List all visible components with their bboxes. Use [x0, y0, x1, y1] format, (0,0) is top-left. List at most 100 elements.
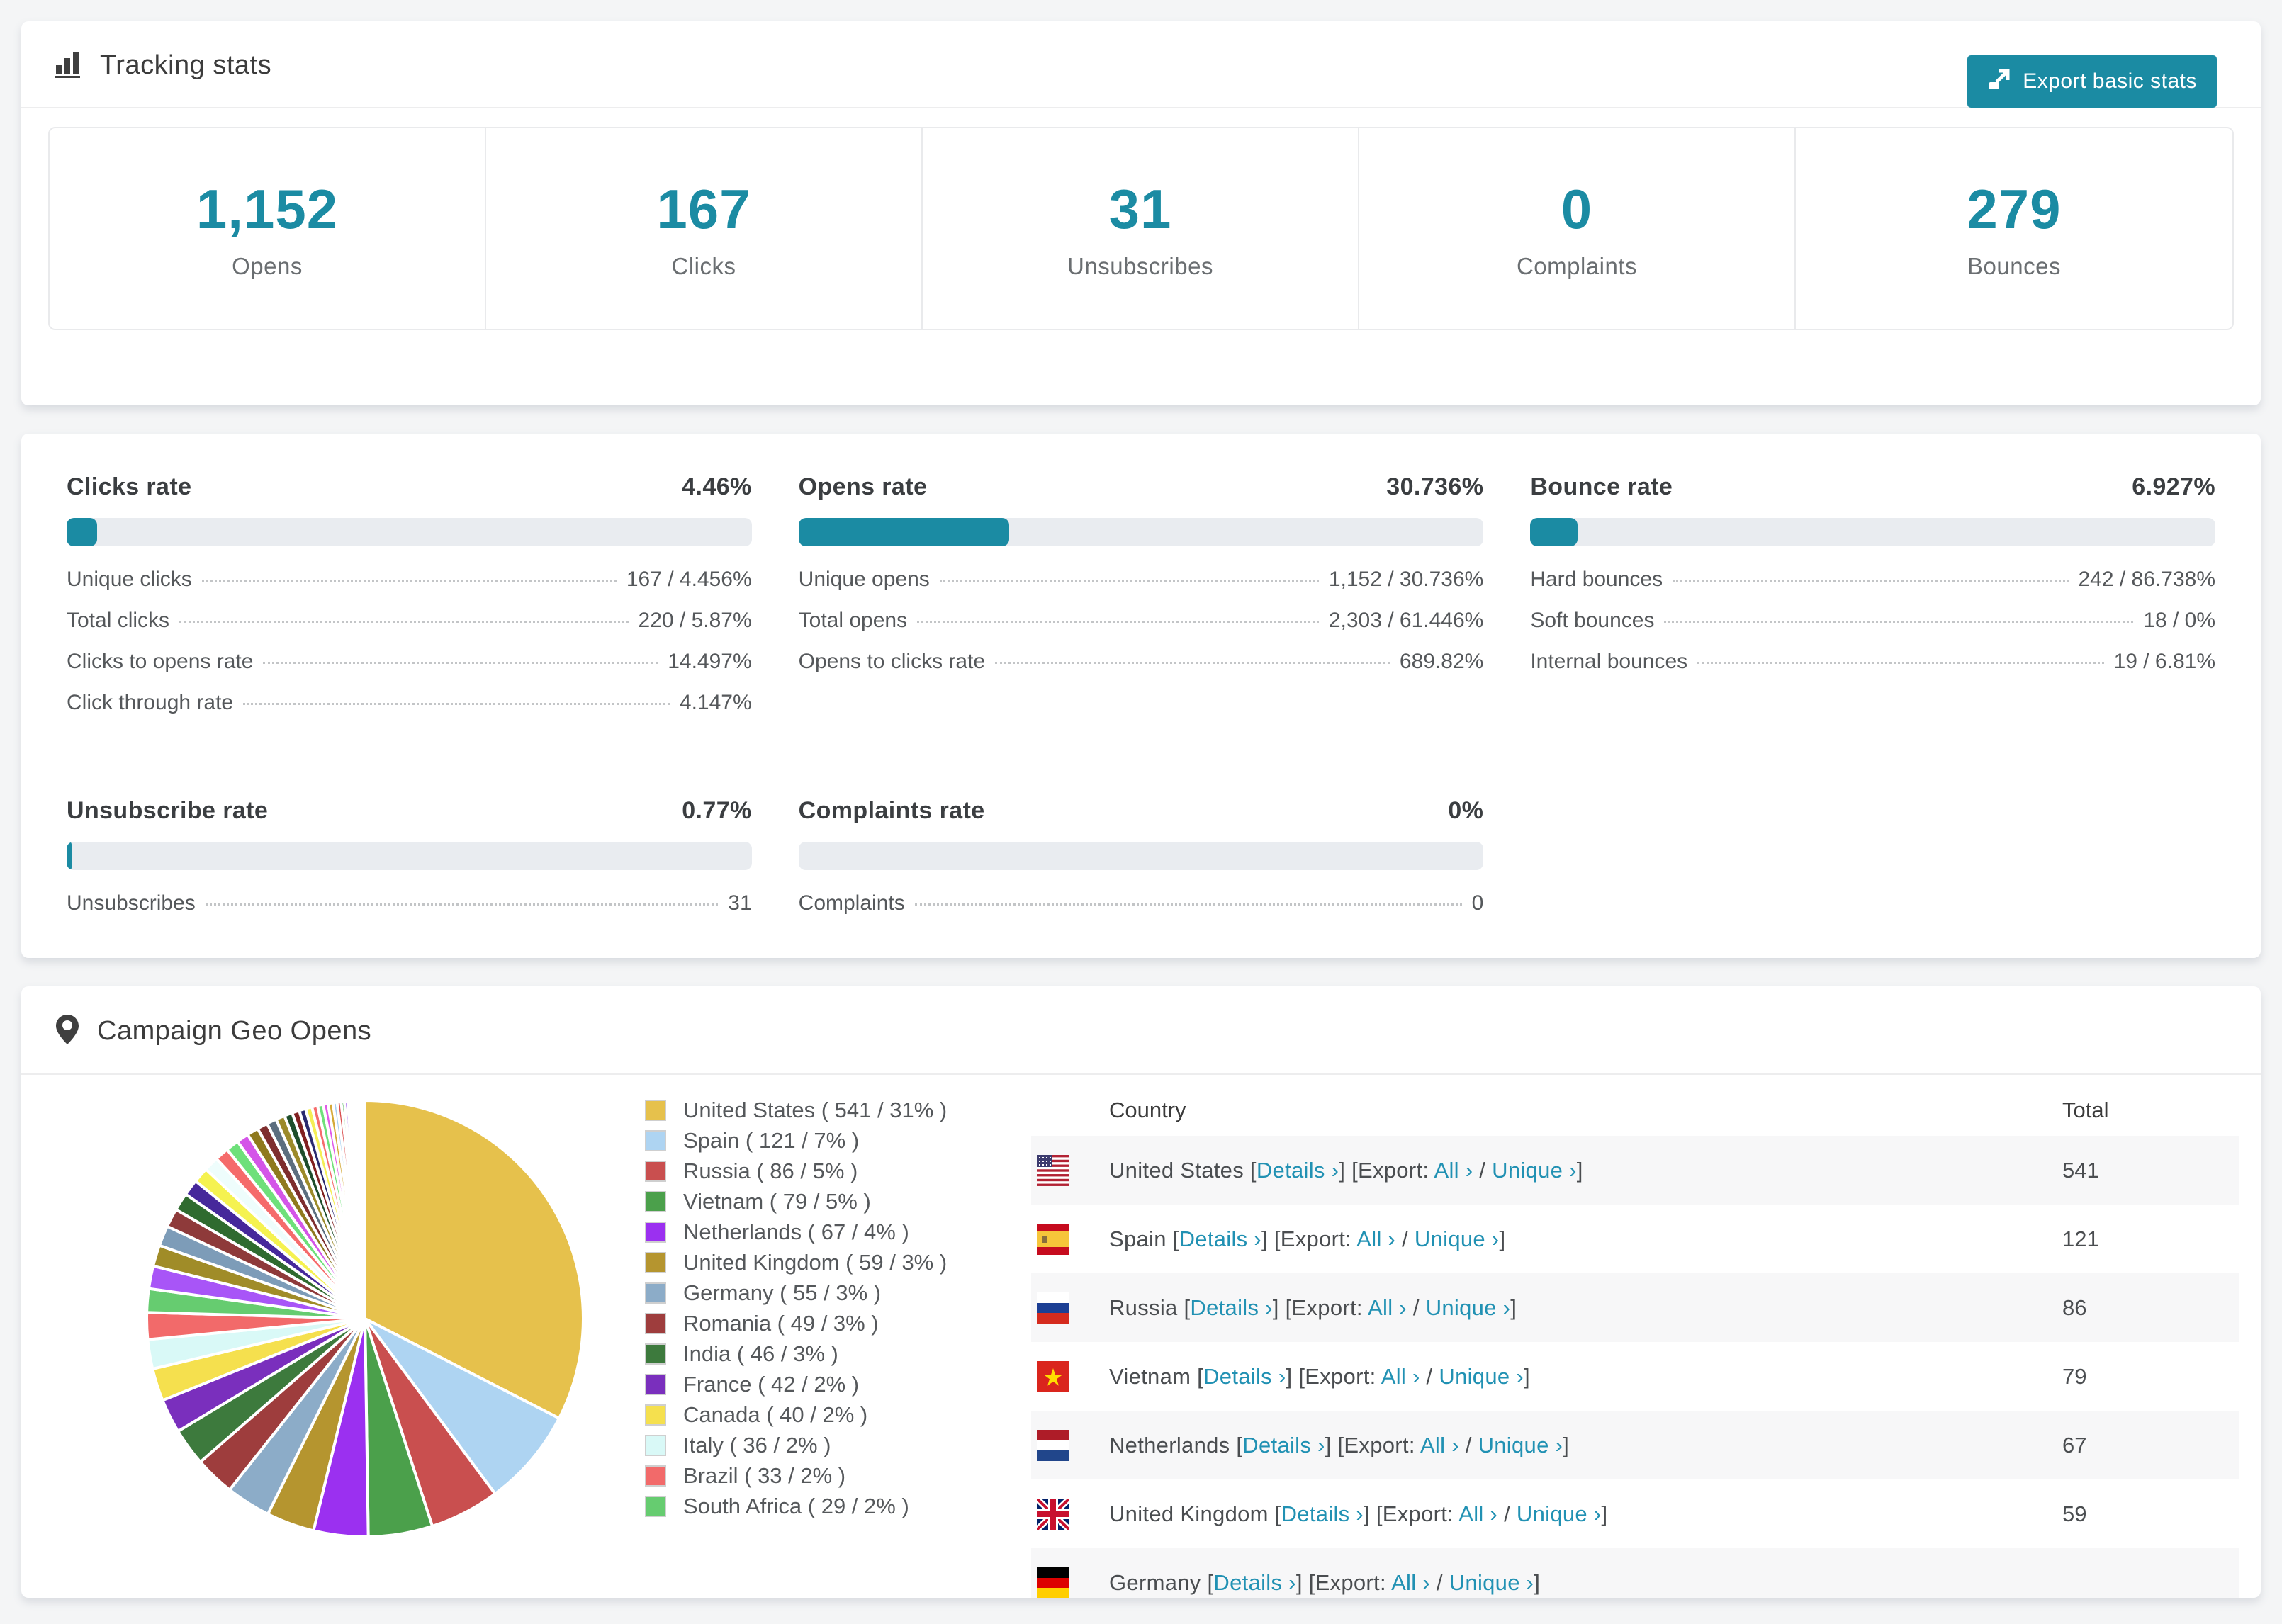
- details-link[interactable]: Details ›: [1242, 1433, 1325, 1457]
- rate-detail-row: Opens to clicks rate 689.82%: [799, 650, 1484, 691]
- rate-title-row: Unsubscribe rate 0.77%: [67, 797, 752, 825]
- rate-title-row: Clicks rate 4.46%: [67, 473, 752, 501]
- legend-swatch: [645, 1282, 666, 1304]
- detail-value: 220 / 5.87%: [638, 609, 752, 632]
- export-all-link[interactable]: All ›: [1381, 1364, 1420, 1389]
- geo-header: Campaign Geo Opens: [21, 986, 2261, 1073]
- rate-title: Opens rate: [798, 473, 928, 500]
- table-row-united-states: United States [Details ›] [Export: All ›…: [1031, 1136, 2239, 1205]
- legend-label: Romania ( 49 / 3% ): [683, 1310, 879, 1336]
- stat-label: Unsubscribes: [1067, 253, 1213, 279]
- details-link[interactable]: Details ›: [1257, 1158, 1339, 1183]
- export-unique-link[interactable]: Unique ›: [1415, 1227, 1500, 1251]
- export-all-link[interactable]: All ›: [1458, 1501, 1497, 1526]
- details-link[interactable]: Details ›: [1281, 1501, 1364, 1526]
- detail-label: Complaints: [798, 891, 905, 915]
- legend-swatch: [645, 1129, 666, 1151]
- geo-countries-table: Country Total United States [Details ›] …: [1031, 1085, 2239, 1598]
- dotted-leader: [917, 621, 1319, 623]
- gb-flag-icon: [1037, 1498, 1069, 1530]
- legend-item: France ( 42 / 2% ): [645, 1369, 1031, 1399]
- rate-progress-track: [1530, 518, 2215, 546]
- rate-detail-row: Internal bounces 19 / 6.81%: [1530, 650, 2215, 691]
- dotted-leader: [179, 621, 629, 623]
- country-links-text: Vietnam [Details ›] [Export: All › / Uni…: [1109, 1363, 1530, 1389]
- export-unique-link[interactable]: Unique ›: [1449, 1570, 1534, 1595]
- country-cell: Germany [Details ›] [Export: All › / Uni…: [1031, 1567, 2062, 1598]
- legend-label: United States ( 541 / 31% ): [683, 1097, 948, 1122]
- detail-label: Total clicks: [67, 609, 170, 632]
- rate-detail-row: Unique clicks 167 / 4.456%: [67, 568, 752, 609]
- detail-label: Hard bounces: [1530, 568, 1663, 591]
- rate-progress-fill: [798, 518, 1009, 546]
- country-links-text: Netherlands [Details ›] [Export: All › /…: [1109, 1432, 1570, 1457]
- details-link[interactable]: Details ›: [1203, 1364, 1286, 1389]
- rate-value: 0.77%: [682, 797, 752, 824]
- details-link[interactable]: Details ›: [1179, 1227, 1261, 1251]
- legend-label: Spain ( 121 / 7% ): [683, 1127, 860, 1153]
- export-all-link[interactable]: All ›: [1420, 1433, 1459, 1457]
- rate-detail-row: Total clicks 220 / 5.87%: [67, 609, 752, 650]
- detail-label: Unique opens: [798, 568, 930, 591]
- pie-slice-other: [362, 1098, 366, 1319]
- campaign-geo-opens-card: Campaign Geo Opens United States ( 541 /…: [21, 986, 2261, 1598]
- detail-label: Internal bounces: [1530, 650, 1688, 673]
- export-basic-stats-button[interactable]: Export basic stats: [1967, 55, 2217, 108]
- detail-value: 689.82%: [1399, 650, 1484, 673]
- detail-value: 242 / 86.738%: [2078, 568, 2216, 591]
- legend-swatch: [645, 1465, 666, 1487]
- rate-detail-rows: Complaints 0: [799, 891, 1484, 932]
- export-unique-link[interactable]: Unique ›: [1439, 1364, 1524, 1389]
- detail-value: 14.497%: [668, 650, 752, 673]
- country-cell: Spain [Details ›] [Export: All › / Uniqu…: [1031, 1223, 2062, 1255]
- rate-progress-fill: [67, 518, 98, 546]
- stat-label: Complaints: [1516, 253, 1638, 279]
- legend-swatch: [645, 1343, 666, 1365]
- legend-swatch: [645, 1434, 666, 1456]
- legend-item: Netherlands ( 67 / 4% ): [645, 1217, 1031, 1247]
- details-link[interactable]: Details ›: [1190, 1295, 1272, 1320]
- rate-title-row: Complaints rate 0%: [799, 797, 1484, 825]
- export-all-link[interactable]: All ›: [1434, 1158, 1473, 1183]
- total-cell: 67: [2062, 1432, 2087, 1457]
- country-cell: Netherlands [Details ›] [Export: All › /…: [1031, 1429, 2062, 1461]
- export-all-link[interactable]: All ›: [1368, 1295, 1407, 1320]
- stat-box-clicks: 167 Clicks: [486, 128, 923, 329]
- ru-flag-icon: [1037, 1292, 1069, 1324]
- rate-detail-row: Complaints 0: [799, 891, 1484, 932]
- dotted-leader: [201, 580, 617, 582]
- legend-label: Vietnam ( 79 / 5% ): [683, 1188, 871, 1214]
- table-row-netherlands: Netherlands [Details ›] [Export: All › /…: [1031, 1411, 2239, 1479]
- table-row-spain: Spain [Details ›] [Export: All › / Uniqu…: [1031, 1205, 2239, 1273]
- export-unique-link[interactable]: Unique ›: [1492, 1158, 1577, 1183]
- rate-progress-track: [798, 518, 1484, 546]
- stat-value: 31: [1108, 178, 1172, 240]
- country-links-text: Germany [Details ›] [Export: All › / Uni…: [1109, 1569, 1541, 1595]
- legend-item: Italy ( 36 / 2% ): [645, 1430, 1031, 1460]
- rate-title-row: Bounce rate 6.927%: [1530, 473, 2215, 501]
- stat-box-bounces: 279 Bounces: [1796, 128, 2232, 329]
- detail-value: 19 / 6.81%: [2113, 650, 2215, 673]
- rate-block-complaints-rate: Complaints rate 0% Complaints 0: [798, 797, 1484, 932]
- export-unique-link[interactable]: Unique ›: [1426, 1295, 1511, 1320]
- legend-item: Russia ( 86 / 5% ): [645, 1156, 1031, 1186]
- details-link[interactable]: Details ›: [1213, 1570, 1295, 1595]
- detail-label: Unique clicks: [67, 568, 192, 591]
- export-all-link[interactable]: All ›: [1391, 1570, 1430, 1595]
- stat-value: 167: [656, 178, 751, 240]
- export-button-label: Export basic stats: [2023, 69, 2197, 93]
- legend-item: Canada ( 40 / 2% ): [645, 1399, 1031, 1430]
- legend-label: South Africa ( 29 / 2% ): [683, 1493, 909, 1518]
- export-unique-link[interactable]: Unique ›: [1478, 1433, 1563, 1457]
- table-row-germany: Germany [Details ›] [Export: All › / Uni…: [1031, 1548, 2239, 1598]
- detail-label: Opens to clicks rate: [798, 650, 986, 673]
- country-cell: United Kingdom [Details ›] [Export: All …: [1031, 1498, 2062, 1530]
- legend-label: Italy ( 36 / 2% ): [683, 1432, 831, 1457]
- legend-swatch: [645, 1404, 666, 1426]
- export-unique-link[interactable]: Unique ›: [1517, 1501, 1602, 1526]
- export-all-link[interactable]: All ›: [1356, 1227, 1395, 1251]
- rates-card: Clicks rate 4.46% Unique clicks 167 / 4.456…: [21, 434, 2261, 958]
- rate-detail-row: Total opens 2,303 / 61.446%: [799, 609, 1484, 650]
- rate-block-opens-rate: Opens rate 30.736% Unique opens 1,152 / 30.…: [798, 473, 1484, 732]
- detail-value: 4.147%: [679, 691, 752, 714]
